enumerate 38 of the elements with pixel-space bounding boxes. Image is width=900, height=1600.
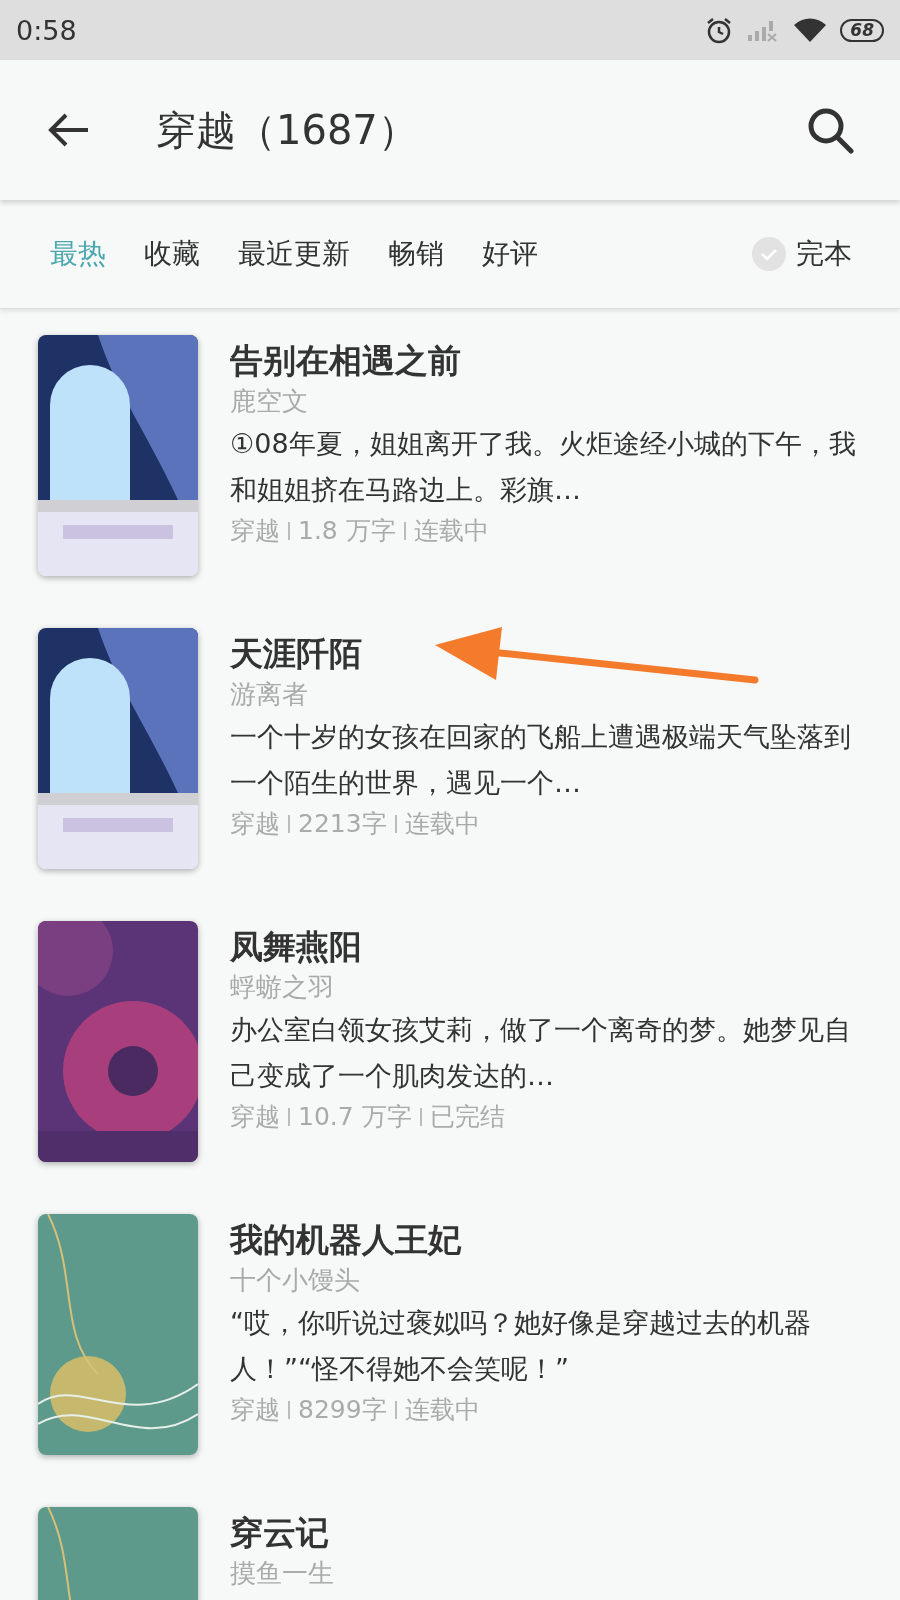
page-title: 穿越（1687） <box>156 105 419 155</box>
book-description: 办公室白领女孩艾莉，做了一个离奇的梦。她梦见自己变成了一个肌肉发达的… <box>230 1013 852 1093</box>
filter-tab[interactable]: 收藏 <box>144 235 200 273</box>
book-meta: 已完结 <box>429 1101 505 1133</box>
book-meta: 2213字 <box>298 808 387 840</box>
filter-tab[interactable]: 最近更新 <box>238 235 350 273</box>
book-title[interactable]: 我的机器人王妃 <box>230 1218 860 1262</box>
filter-tab[interactable]: 畅销 <box>388 235 444 273</box>
book-title[interactable]: 穿云记 <box>230 1511 334 1555</box>
book-description: “哎，你听说过褒姒吗？她好像是穿越过去的机器人！”“怪不得她不会笑呢！” <box>230 1306 812 1386</box>
book-meta: 8299字 <box>298 1394 387 1426</box>
book-title[interactable]: 凤舞燕阳 <box>230 925 860 969</box>
book-meta: 穿越 <box>230 808 280 840</box>
wifi-icon <box>792 16 829 44</box>
checkbox-label[interactable]: 完本 <box>796 235 852 273</box>
book-description: ①08年夏，姐姐离开了我。火炬途经小城的下午，我和姐姐挤在马路边上。彩旗… <box>230 427 857 507</box>
book-meta: 穿越 <box>230 1101 280 1133</box>
book-meta: 穿越 <box>230 515 280 547</box>
status-time: 0:58 <box>16 14 77 46</box>
book-description: 一个十岁的女孩在回家的飞船上遭遇极端天气坠落到一个陌生的世界，遇见一个… <box>230 720 852 800</box>
book-title[interactable]: 告别在相遇之前 <box>230 339 860 383</box>
battery-level: 68 <box>840 18 884 42</box>
book-author: 十个小馒头 <box>230 1264 361 1297</box>
checkbox[interactable] <box>752 237 786 271</box>
search-icon[interactable] <box>806 106 854 154</box>
book-meta: 连载中 <box>404 808 480 840</box>
book-author: 鹿空文 <box>230 385 309 418</box>
book-author: 蜉蝣之羽 <box>230 971 335 1004</box>
filter-tab[interactable]: 好评 <box>482 235 538 273</box>
book-meta: 1.8 万字 <box>298 515 396 547</box>
back-icon[interactable] <box>46 112 90 148</box>
book-meta: 10.7 万字 <box>298 1101 412 1133</box>
book-meta: 穿越 <box>230 1394 280 1426</box>
book-author: 摸鱼一生 <box>230 1557 334 1590</box>
book-author: 游离者 <box>230 678 309 711</box>
book-title[interactable]: 天涯阡陌 <box>230 632 860 676</box>
book-meta: 连载中 <box>413 515 489 547</box>
book-meta: 连载中 <box>404 1394 480 1426</box>
